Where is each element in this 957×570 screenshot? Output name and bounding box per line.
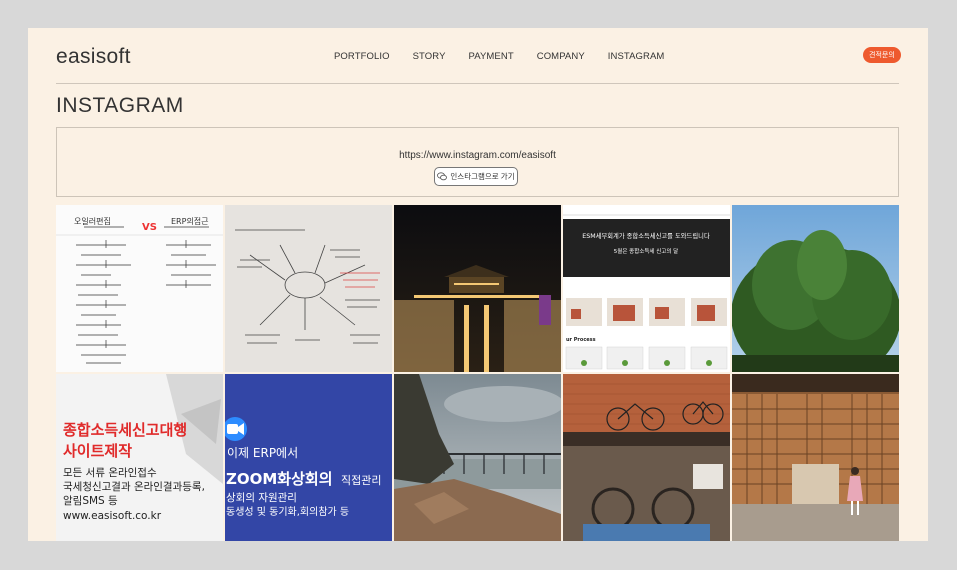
nav-instagram[interactable]: INSTAGRAM	[608, 51, 665, 62]
promo-url: www.easisoft.co.kr	[63, 510, 162, 522]
estimate-button[interactable]: 견적문의	[863, 47, 901, 63]
instagram-post-7[interactable]: 이제 ERP에서 ZOOM화상회의 직접관리 상회의 자원관리 동생성 및 동기…	[225, 374, 392, 541]
instagram-page: easisoft PORTFOLIO STORY PAYMENT COMPANY…	[28, 28, 928, 541]
instagram-url: https://www.instagram.com/easisoft	[399, 150, 556, 161]
chat-bubble-icon	[437, 172, 448, 181]
coastal-pier-image	[394, 374, 561, 541]
mindmap-sketch-image	[225, 205, 392, 372]
instagram-link-box: https://www.instagram.com/easisoft 인스타그램…	[56, 127, 899, 197]
nav-company[interactable]: COMPANY	[537, 51, 585, 62]
instagram-post-2[interactable]	[225, 205, 392, 372]
promo-line5: 알림SMS 등	[63, 495, 118, 507]
nav-portfolio[interactable]: PORTFOLIO	[334, 51, 390, 62]
instagram-post-4[interactable]: ESM세무회계가 종합소득세신고를 도와드립니다 5월은 종합소득세 신고의 달…	[563, 205, 730, 372]
main-nav: PORTFOLIO STORY PAYMENT COMPANY INSTAGRA…	[334, 51, 687, 62]
handwritten-diagram-image: 오일러편집 VS ERP의접근	[56, 205, 223, 372]
zoom-line2b: 직접관리	[341, 474, 381, 487]
instagram-grid: 오일러편집 VS ERP의접근 ESM세무회계가 종합소득세신고를 도와드립니다…	[56, 205, 899, 541]
library-image	[732, 374, 899, 541]
svg-text:오일러편집: 오일러편집	[74, 216, 111, 226]
page-title: INSTAGRAM	[56, 94, 184, 117]
go-instagram-label: 인스타그램으로 가기	[450, 172, 515, 181]
nav-story[interactable]: STORY	[413, 51, 446, 62]
instagram-post-3[interactable]	[394, 205, 561, 372]
instagram-post-1[interactable]: 오일러편집 VS ERP의접근	[56, 205, 223, 372]
tax-promo-image: 종합소득세신고대행 사이트제작 모든 서류 온라인접수 국세청신고결과 온라인결…	[56, 374, 223, 541]
promo-line2: 사이트제작	[63, 442, 132, 460]
zoom-line1: 이제 ERP에서	[227, 446, 298, 460]
esm-headline: ESM세무회계가 종합소득세신고를 도와드립니다	[582, 231, 710, 240]
zoom-line3: 상회의 자원관리	[226, 492, 297, 504]
instagram-post-6[interactable]: 종합소득세신고대행 사이트제작 모든 서류 온라인접수 국세청신고결과 온라인결…	[56, 374, 223, 541]
plant-image	[732, 205, 899, 372]
header-divider	[56, 83, 899, 84]
esm-sub: 5월은 종합소득세 신고의 달	[614, 247, 678, 255]
zoom-erp-promo-image: 이제 ERP에서 ZOOM화상회의 직접관리 상회의 자원관리 동생성 및 동기…	[225, 374, 392, 541]
instagram-post-5[interactable]	[732, 205, 899, 372]
night-city-image	[394, 205, 561, 372]
nav-payment[interactable]: PAYMENT	[469, 51, 514, 62]
instagram-post-9[interactable]	[563, 374, 730, 541]
zoom-line2a: ZOOM화상회의	[226, 470, 333, 488]
promo-line4: 국세청신고결과 온라인결과등록,	[63, 481, 205, 493]
vs-text: VS	[142, 222, 157, 233]
instagram-post-8[interactable]	[394, 374, 561, 541]
process-label: ur Process	[566, 337, 596, 343]
svg-text:ERP의접근: ERP의접근	[171, 216, 209, 226]
promo-line1: 종합소득세신고대행	[63, 421, 187, 439]
vintage-machinery-image	[563, 374, 730, 541]
go-instagram-button[interactable]: 인스타그램으로 가기	[434, 167, 518, 186]
promo-line3: 모든 서류 온라인접수	[63, 467, 157, 479]
esm-website-image: ESM세무회계가 종합소득세신고를 도와드립니다 5월은 종합소득세 신고의 달…	[563, 205, 730, 372]
site-logo[interactable]: easisoft	[56, 45, 131, 69]
instagram-post-10[interactable]	[732, 374, 899, 541]
zoom-line4: 동생성 및 동기화,회의참가 등	[226, 506, 349, 518]
